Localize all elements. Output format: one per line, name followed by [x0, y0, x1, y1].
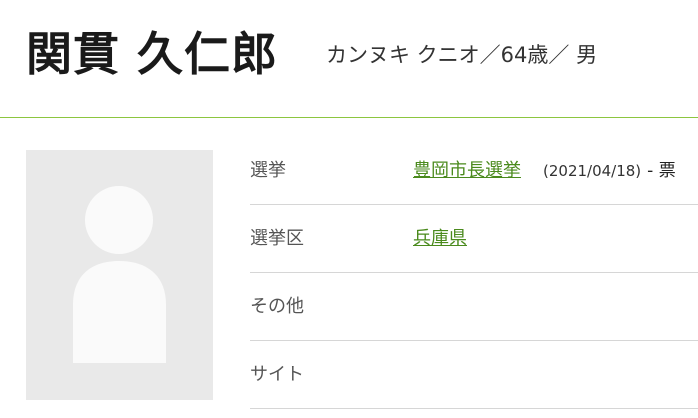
district-link[interactable]: 兵庫県 [413, 228, 467, 249]
election-label: 選挙 [250, 160, 286, 181]
other-label: その他 [250, 296, 304, 317]
profile-header: 関貫 久仁郎 カンヌキ クニオ／64歳／ 男 [0, 0, 698, 118]
candidate-profile-page: 関貫 久仁郎 カンヌキ クニオ／64歳／ 男 選挙 豊岡市長選挙 (2021/04… [0, 0, 698, 418]
candidate-name: 関貫 久仁郎 [26, 27, 279, 81]
district-label: 選挙区 [250, 228, 304, 249]
other-row: その他 [250, 273, 698, 341]
profile-details: 選挙 豊岡市長選挙 (2021/04/18) - 票 選挙区 兵庫県 その他 サイト [250, 137, 698, 409]
election-date: (2021/04/18) [543, 162, 642, 180]
person-placeholder-icon [73, 186, 166, 363]
election-value: 豊岡市長選挙 (2021/04/18) - 票 [413, 159, 676, 183]
district-row: 選挙区 兵庫県 [250, 205, 698, 273]
district-value: 兵庫県 [413, 227, 467, 251]
candidate-meta: カンヌキ クニオ／64歳／ 男 [326, 43, 598, 67]
election-votes: - 票 [647, 161, 676, 181]
site-label: サイト [250, 364, 304, 385]
election-link[interactable]: 豊岡市長選挙 [413, 160, 521, 181]
site-row: サイト [250, 341, 698, 409]
election-row: 選挙 豊岡市長選挙 (2021/04/18) - 票 [250, 137, 698, 205]
avatar [26, 150, 213, 400]
